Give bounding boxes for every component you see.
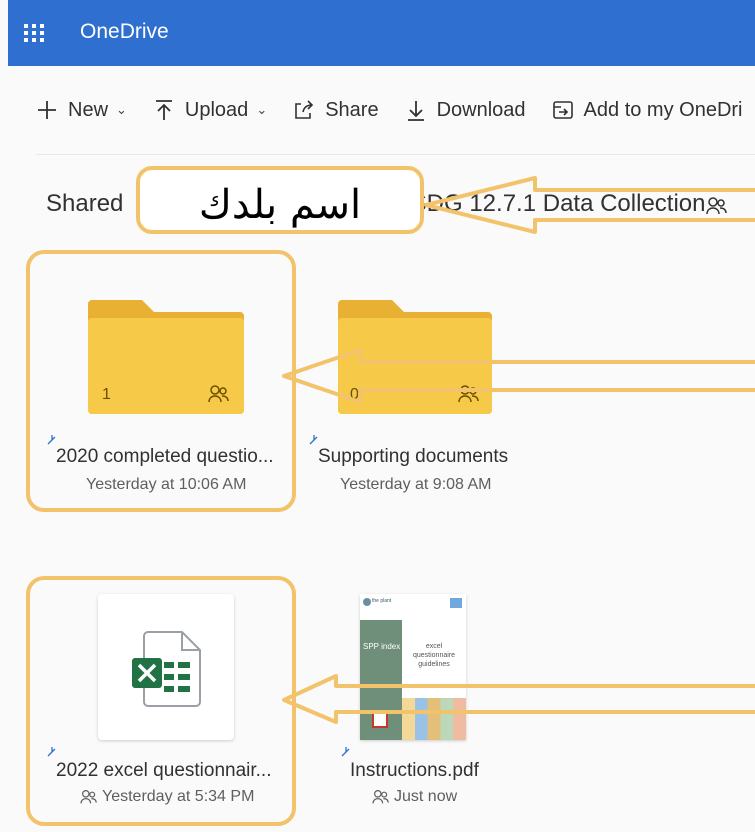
- folder-item-count: 1: [102, 386, 111, 403]
- chevron-down-icon: ⌄: [116, 102, 127, 117]
- pdf-side-title: SPP index: [363, 642, 401, 651]
- share-label: Share: [325, 98, 379, 121]
- breadcrumb-current: - SDG 12.7.1 Data Collection: [396, 190, 706, 217]
- upload-button[interactable]: Upload ⌄: [153, 99, 267, 122]
- command-bar: New ⌄ Upload ⌄ Share Download Add to my …: [36, 88, 755, 132]
- sync-icon: [308, 434, 320, 446]
- app-title[interactable]: OneDrive: [80, 20, 169, 44]
- pdf-corner-badge: [450, 598, 462, 608]
- country-name-overlay: اسم بلدك: [136, 166, 424, 234]
- sync-icon: [46, 434, 58, 446]
- plus-icon: [36, 99, 58, 121]
- file-tile[interactable]: 2022 excel questionnair... Yesterday at …: [40, 590, 290, 810]
- shared-people-icon: [80, 789, 98, 805]
- item-date: Just now: [394, 788, 458, 805]
- share-icon: [293, 99, 315, 121]
- pdf-body-title: excel questionnaire guidelines: [412, 643, 456, 668]
- folder-tile[interactable]: 1 2020 completed questio... Yesterday at…: [40, 290, 290, 500]
- divider: [36, 154, 755, 155]
- folder-tile[interactable]: 0 Supporting documents Yesterday at 9:08…: [300, 290, 530, 500]
- download-label: Download: [436, 98, 526, 121]
- sync-icon: [46, 746, 58, 758]
- country-name-label: اسم بلدك: [198, 182, 362, 228]
- item-name[interactable]: Supporting documents: [318, 446, 508, 468]
- pdf-illustration-icon: [372, 712, 388, 728]
- item-date: Yesterday at 9:08 AM: [340, 476, 492, 493]
- sync-icon: [340, 746, 352, 758]
- item-name[interactable]: 2020 completed questio...: [56, 446, 274, 468]
- download-icon: [405, 99, 427, 121]
- new-button[interactable]: New ⌄: [36, 99, 127, 122]
- shared-people-icon: [372, 789, 390, 805]
- app-launcher-icon[interactable]: [24, 24, 46, 42]
- download-button[interactable]: Download: [405, 99, 526, 122]
- pdf-brand: the plant: [372, 598, 392, 604]
- add-shortcut-icon: [552, 99, 574, 121]
- pdf-logo-icon: [363, 598, 371, 606]
- file-tile[interactable]: the plant SPP index excel questionnaire …: [330, 590, 530, 810]
- upload-label: Upload: [184, 98, 249, 121]
- shared-people-icon: [458, 384, 480, 404]
- share-button[interactable]: Share: [293, 98, 379, 122]
- item-date: Yesterday at 10:06 AM: [86, 476, 247, 493]
- add-shortcut-button[interactable]: Add to my OneDri: [552, 99, 743, 122]
- breadcrumb-root[interactable]: Shared: [46, 190, 123, 218]
- pdf-illustration: [402, 698, 466, 740]
- chevron-down-icon: ⌄: [256, 102, 268, 117]
- file-thumbnail: [98, 594, 234, 740]
- new-label: New: [68, 98, 109, 121]
- shared-people-icon: [208, 384, 230, 404]
- add-shortcut-label: Add to my OneDri: [583, 98, 743, 121]
- upload-icon: [153, 99, 175, 121]
- item-name[interactable]: Instructions.pdf: [350, 760, 479, 782]
- pdf-thumbnail: the plant SPP index excel questionnaire …: [360, 594, 466, 740]
- shared-people-icon: [706, 196, 728, 216]
- item-name[interactable]: 2022 excel questionnair...: [56, 760, 272, 782]
- excel-icon: [126, 628, 206, 708]
- suite-header: OneDrive: [8, 0, 755, 66]
- item-date: Yesterday at 5:34 PM: [102, 788, 255, 805]
- folder-item-count: 0: [350, 386, 359, 403]
